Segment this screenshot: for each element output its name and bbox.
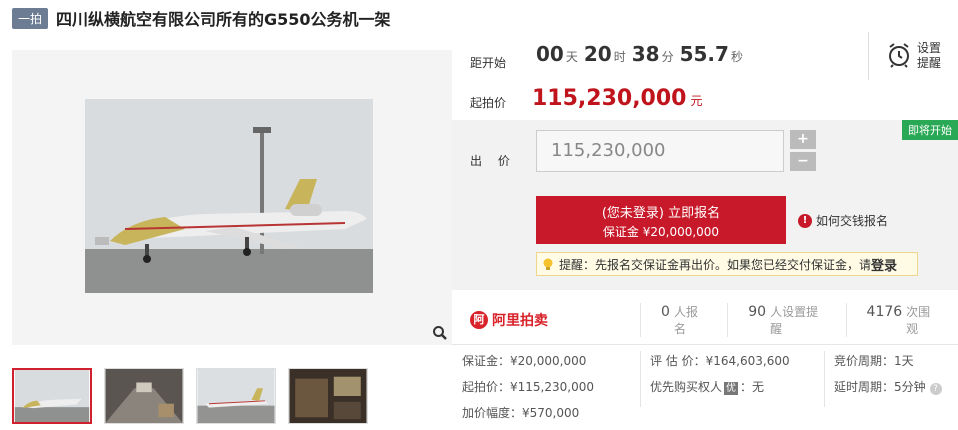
reminder-label-line2: 提醒 — [917, 56, 942, 70]
thumbnail-4[interactable] — [288, 368, 368, 424]
auction-panel: 距开始 00 天 20 时 38 分 55.7 秒 起拍价 115,230,00… — [452, 32, 958, 290]
thumbnail-1[interactable] — [12, 368, 92, 424]
howto-pay-link[interactable]: ! 如何交钱报名 — [798, 212, 888, 229]
countdown-minutes-unit: 分 — [661, 50, 674, 64]
countdown-label: 距开始 — [470, 56, 507, 70]
price-info: 距开始 00 天 20 时 38 分 55.7 秒 起拍价 115,230,00… — [452, 32, 958, 120]
reminder-label-line1: 设置 — [917, 41, 942, 55]
auction-details: 保证金：¥20,000,000 起拍价：¥115,230,000 加价幅度：¥5… — [452, 344, 958, 420]
countdown-seconds: 55.7 — [679, 42, 729, 66]
signups-stat: 0 人报名 — [640, 303, 727, 337]
alarm-clock-icon — [887, 42, 911, 71]
views-unit: 次围观 — [906, 305, 931, 336]
thumbnail-strip — [12, 368, 368, 424]
bid-section: 即将开始 出 价 115,230,000 + − (您未登录) 立即报名 保证金… — [452, 120, 958, 290]
start-price: 115,230,000 元 — [532, 86, 703, 111]
start-price-info: 起拍价：¥115,230,000 — [462, 380, 594, 394]
reminders-unit: 人设置提醒 — [770, 305, 819, 336]
decrease-bid-button[interactable]: − — [790, 152, 816, 171]
alibaba-auction-logo: 阿 阿里拍卖 — [470, 310, 640, 330]
help-icon[interactable]: ? — [929, 383, 942, 395]
details-col-2: 评 估 价：¥164,603,600 优先购买权人优：无 — [650, 351, 790, 403]
thumbnail-2[interactable] — [104, 368, 184, 424]
auction-round-badge: 一拍 — [12, 7, 49, 29]
countdown-days: 00 — [536, 42, 564, 66]
main-image-viewer[interactable] — [12, 50, 452, 345]
countdown-minutes: 38 — [631, 42, 660, 66]
login-tip: 提醒：先报名交保证金再出价。如果您已经交付保证金，请 登录 — [536, 252, 918, 276]
details-col-3: 竞价周期：1天 延时周期：5分钟? — [834, 351, 942, 403]
main-photo — [85, 99, 373, 293]
priority-buyer-value: ：无 — [740, 380, 765, 394]
status-badge: 即将开始 — [902, 120, 958, 140]
priority-buyer-info: 优先购买权人优：无 — [650, 377, 790, 403]
bid-amount-input[interactable]: 115,230,000 — [536, 130, 784, 172]
start-price-unit: 元 — [690, 94, 703, 108]
info-icon: ! — [798, 213, 812, 228]
signups-unit: 人报名 — [673, 305, 698, 336]
countdown-days-unit: 天 — [565, 50, 578, 64]
delay-cycle-row: 延时周期：5分钟? — [834, 377, 942, 403]
howto-pay-label: 如何交钱报名 — [816, 214, 889, 228]
priority-buyer-label: 优先购买权人 — [650, 380, 723, 394]
deposit-info: 保证金：¥20,000,000 — [462, 354, 587, 368]
zoom-icon[interactable] — [430, 323, 450, 343]
signups-count: 0 — [661, 304, 670, 320]
alibaba-logo-text: 阿里拍卖 — [492, 313, 548, 329]
set-reminder-button[interactable]: 设置 提醒 — [868, 32, 958, 80]
countdown-hours: 20 — [583, 42, 612, 66]
countdown-seconds-unit: 秒 — [730, 50, 743, 64]
countdown-timer: 00 天 20 时 38 分 55.7 秒 — [536, 42, 749, 66]
page-title: 四川纵横航空有限公司所有的G550公务机一架 — [56, 10, 391, 29]
title-row: 一拍 四川纵横航空有限公司所有的G550公务机一架 — [12, 6, 391, 30]
login-link[interactable]: 登录 — [871, 255, 897, 274]
priority-badge: 优 — [724, 382, 739, 395]
start-price-value: 115,230,000 — [532, 86, 687, 111]
details-divider-2 — [824, 351, 825, 407]
bid-cycle-info: 竞价周期：1天 — [834, 354, 914, 368]
details-divider-1 — [640, 351, 641, 407]
countdown-hours-unit: 时 — [613, 50, 626, 64]
reminder-label: 设置 提醒 — [917, 41, 941, 71]
signup-button[interactable]: (您未登录) 立即报名 保证金 ¥20,000,000 — [536, 196, 786, 244]
appraisal-info: 评 估 价：¥164,603,600 — [650, 354, 790, 368]
details-col-1: 保证金：¥20,000,000 起拍价：¥115,230,000 加价幅度：¥5… — [462, 351, 594, 429]
signup-button-label: (您未登录) 立即报名 — [601, 206, 721, 221]
views-count: 4176 — [866, 304, 903, 320]
bid-label: 出 价 — [470, 154, 516, 168]
thumbnail-3[interactable] — [196, 368, 276, 424]
views-stat: 4176 次围观 — [845, 303, 958, 337]
stats-bar: 阿 阿里拍卖 0 人报名 90 人设置提醒 4176 次围观 — [452, 300, 958, 340]
signup-deposit-label: 保证金 ¥20,000,000 — [602, 225, 720, 239]
reminders-count: 90 — [748, 304, 767, 320]
reminders-stat: 90 人设置提醒 — [727, 303, 845, 337]
start-price-label: 起拍价 — [470, 96, 507, 110]
increase-bid-button[interactable]: + — [790, 130, 816, 149]
alibaba-logo-icon: 阿 — [470, 311, 488, 329]
delay-cycle-info: 延时周期：5分钟 — [834, 380, 926, 394]
lightbulb-icon — [541, 257, 555, 271]
tip-text: 提醒：先报名交保证金再出价。如果您已经交付保证金，请 — [559, 257, 872, 272]
increment-info: 加价幅度：¥570,000 — [462, 406, 580, 420]
